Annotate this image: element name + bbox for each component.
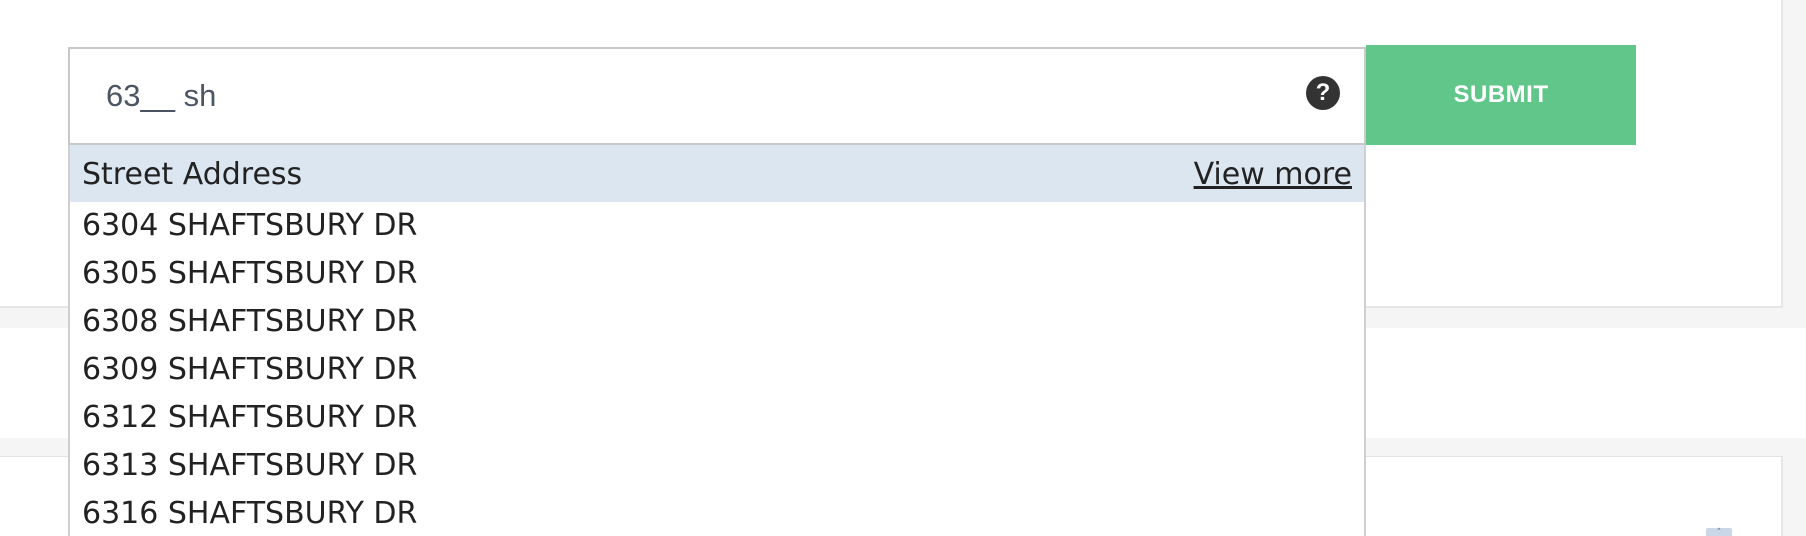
suggestion-item[interactable]: 6309 SHAFTSBURY DR bbox=[70, 346, 1364, 394]
suggestion-item[interactable]: 6308 SHAFTSBURY DR bbox=[70, 298, 1364, 346]
suggestion-item[interactable]: 6304 SHAFTSBURY DR bbox=[70, 202, 1364, 250]
address-search-box: ? bbox=[68, 47, 1366, 145]
suggestion-item[interactable]: 6305 SHAFTSBURY DR bbox=[70, 250, 1364, 298]
submit-button[interactable]: SUBMIT bbox=[1366, 45, 1636, 145]
suggestion-item[interactable]: 6313 SHAFTSBURY DR bbox=[70, 442, 1364, 490]
dropdown-category-title: Street Address bbox=[82, 157, 303, 192]
collapse-icon[interactable]: ˄ bbox=[1706, 528, 1732, 536]
panel-edge bbox=[1783, 0, 1806, 328]
view-more-link[interactable]: View more bbox=[1194, 157, 1352, 192]
address-search-input[interactable] bbox=[106, 69, 1246, 123]
panel-edge-lower bbox=[1783, 458, 1806, 536]
suggestion-list: 6304 SHAFTSBURY DR 6305 SHAFTSBURY DR 63… bbox=[70, 202, 1364, 536]
autocomplete-dropdown: Street Address View more 6304 SHAFTSBURY… bbox=[68, 145, 1366, 536]
suggestion-item[interactable]: 6312 SHAFTSBURY DR bbox=[70, 394, 1364, 442]
suggestion-item[interactable]: 6316 SHAFTSBURY DR bbox=[70, 490, 1364, 536]
page: ˄ ? SUBMIT Street Address View more 6304… bbox=[0, 0, 1806, 536]
question-icon[interactable]: ? bbox=[1306, 76, 1340, 110]
dropdown-header: Street Address View more bbox=[70, 145, 1364, 202]
